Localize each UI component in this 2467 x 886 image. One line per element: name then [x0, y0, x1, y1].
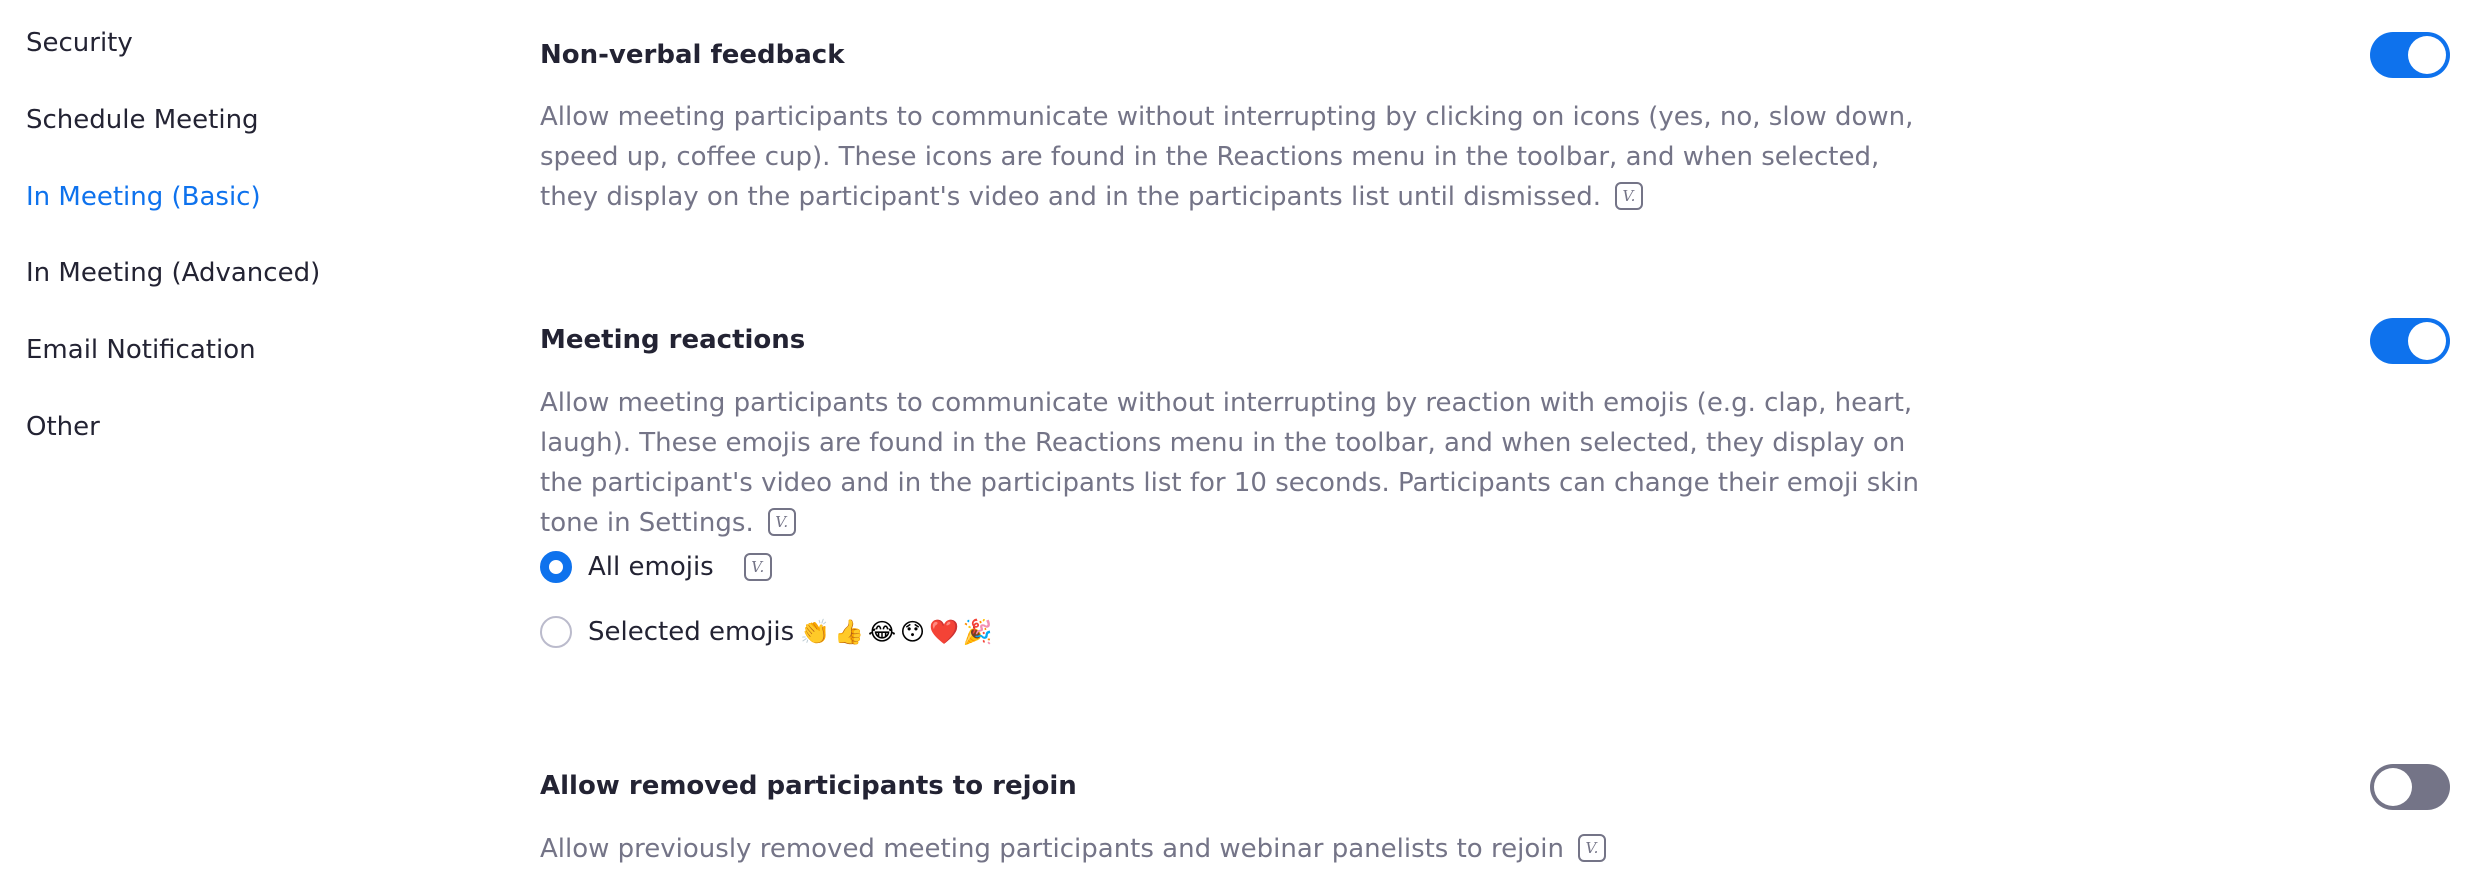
setting-title: Allow removed participants to rejoin — [540, 771, 1077, 801]
sidebar-item-in-meeting-advanced[interactable]: In Meeting (Advanced) — [26, 255, 320, 291]
version-icon[interactable]: V. — [743, 553, 772, 581]
toggle-allow-removed-rejoin[interactable] — [2370, 764, 2450, 810]
toggle-knob — [2408, 36, 2446, 74]
version-icon[interactable]: V. — [767, 507, 796, 536]
toggle-knob — [2374, 768, 2412, 806]
setting-description-text: Allow previously removed meeting partici… — [540, 834, 1564, 864]
sidebar-item-schedule-meeting[interactable]: Schedule Meeting — [26, 102, 259, 138]
setting-title: Meeting reactions — [540, 325, 806, 355]
radio-button-unchecked[interactable] — [540, 616, 572, 648]
radio-label: All emojis — [588, 552, 714, 582]
radio-button-checked[interactable] — [540, 551, 572, 583]
toggle-non-verbal-feedback[interactable] — [2370, 32, 2450, 78]
setting-description-text: Allow meeting participants to communicat… — [540, 102, 1914, 212]
radio-all-emojis[interactable]: All emojis V. — [540, 549, 772, 585]
setting-title: Non-verbal feedback — [540, 40, 845, 70]
version-icon[interactable]: V. — [1614, 181, 1643, 210]
setting-description: Allow meeting participants to communicat… — [540, 97, 1940, 217]
emoji-list: 👏👍😂😯❤️🎉 — [800, 618, 997, 646]
radio-label: Selected emojis — [588, 617, 795, 647]
sidebar-item-in-meeting-basic[interactable]: In Meeting (Basic) — [26, 179, 261, 215]
sidebar-item-other[interactable]: Other — [26, 409, 100, 445]
toggle-meeting-reactions[interactable] — [2370, 318, 2450, 364]
version-icon[interactable]: V. — [1577, 833, 1606, 862]
toggle-knob — [2408, 322, 2446, 360]
radio-selected-emojis[interactable]: Selected emojis 👏👍😂😯❤️🎉 — [540, 614, 997, 650]
setting-description-text: Allow meeting participants to communicat… — [540, 388, 1920, 538]
sidebar-item-email-notification[interactable]: Email Notification — [26, 332, 256, 368]
sidebar-item-security[interactable]: Security — [26, 25, 133, 61]
setting-description: Allow meeting participants to communicat… — [540, 383, 1940, 543]
setting-description: Allow previously removed meeting partici… — [540, 829, 1940, 869]
